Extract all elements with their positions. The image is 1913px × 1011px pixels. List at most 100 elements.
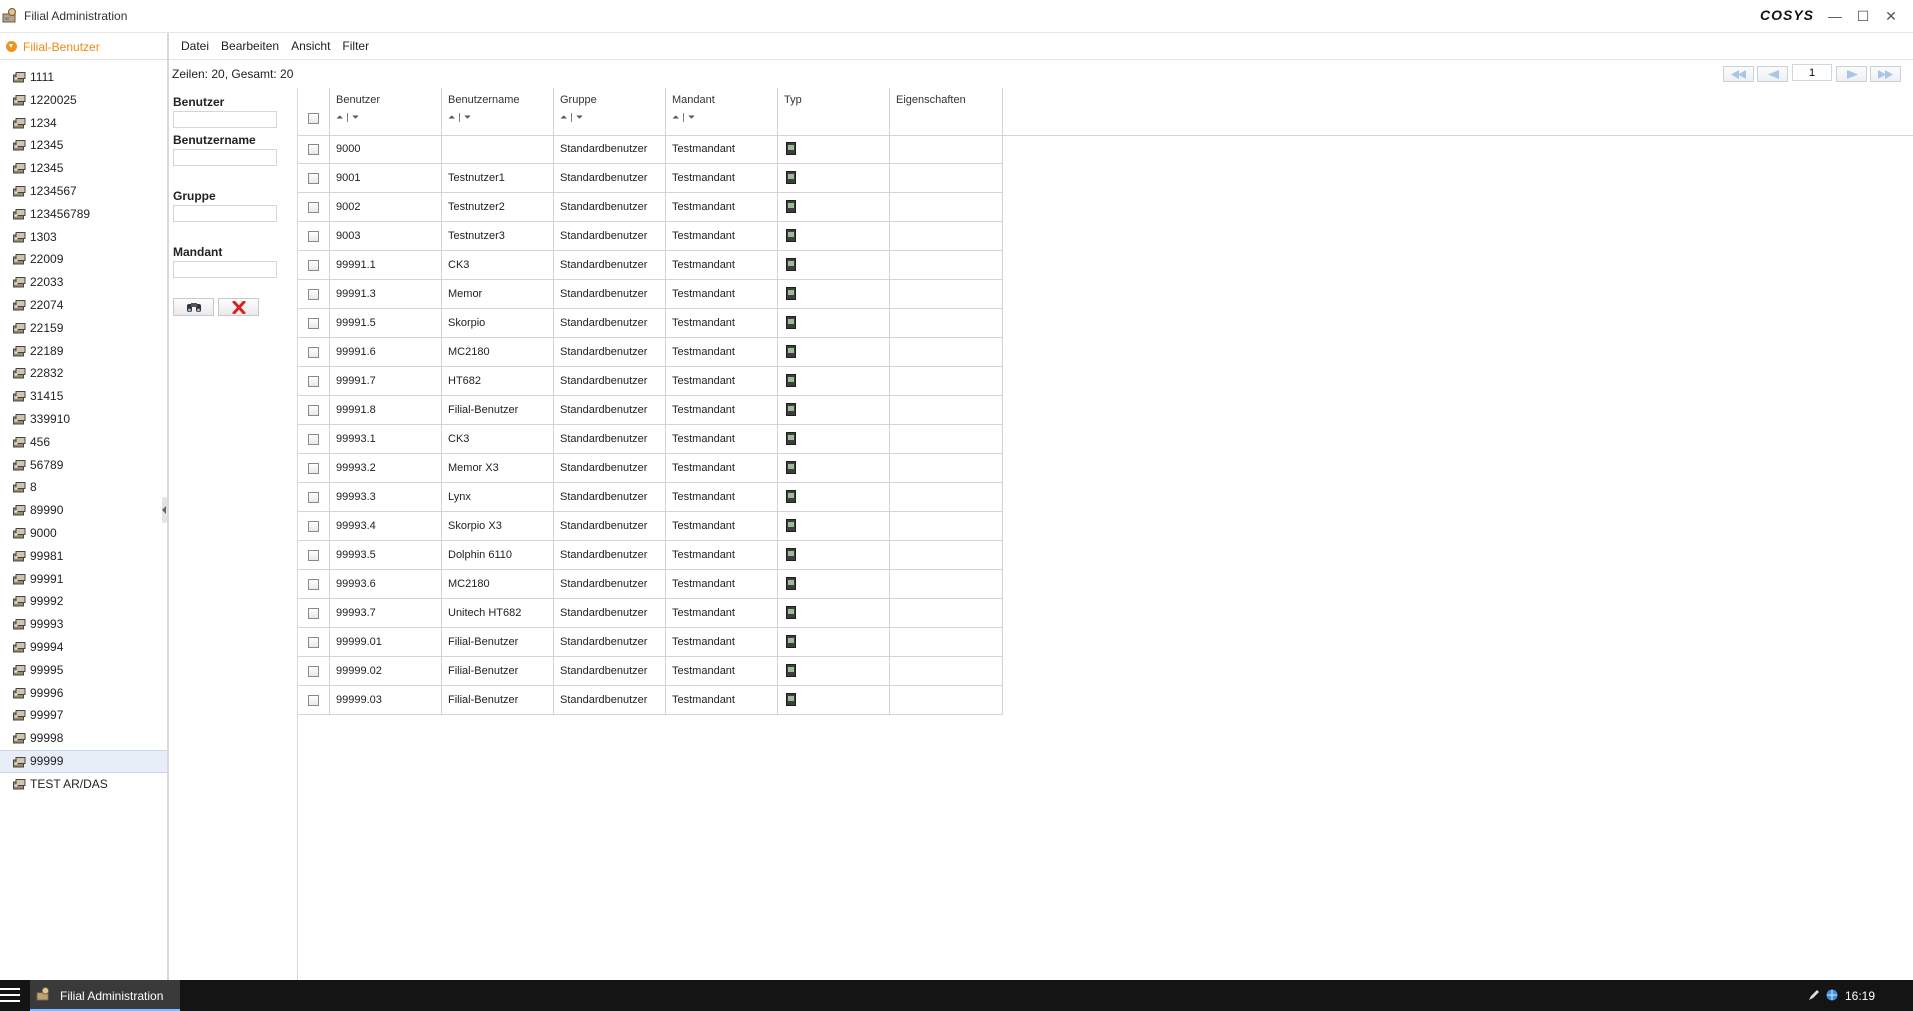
table-row[interactable]: 99991.8 Filial-Benutzer Standardbenutzer Te… xyxy=(298,396,1003,425)
page-number-input[interactable] xyxy=(1792,64,1832,81)
table-row[interactable]: 99993.7 Unitech HT682 Standardbenutzer Test… xyxy=(298,599,1003,628)
clear-filter-button[interactable] xyxy=(218,298,259,316)
row-checkbox[interactable] xyxy=(308,144,319,155)
row-checkbox[interactable] xyxy=(308,376,319,387)
table-row[interactable]: 99999.01 Filial-Benutzer Standardbenutzer T… xyxy=(298,628,1003,657)
menu-filter[interactable]: Filter xyxy=(336,33,375,59)
tree-item[interactable]: TEST AR/DAS xyxy=(0,773,167,796)
row-checkbox[interactable] xyxy=(308,173,319,184)
tree-item[interactable]: 99998 xyxy=(0,727,167,750)
pen-tray-icon[interactable] xyxy=(1808,989,1820,1001)
tree-item[interactable]: 22009 xyxy=(0,248,167,271)
tree-item[interactable]: 1111 xyxy=(0,66,167,89)
tree-item[interactable]: 8 xyxy=(0,476,167,499)
tree-item[interactable]: 22159 xyxy=(0,317,167,340)
table-row[interactable]: 99991.1 CK3 Standardbenutzer Testmandant xyxy=(298,251,1003,280)
tree-header[interactable]: Filial-Benutzer xyxy=(0,33,167,60)
header-benutzer[interactable]: Benutzer ⏶ | ⏷ xyxy=(330,88,442,135)
row-checkbox[interactable] xyxy=(308,202,319,213)
table-row[interactable]: 9000 Standardbenutzer Testmandant xyxy=(298,135,1003,164)
tree-item[interactable]: 99981 xyxy=(0,545,167,568)
tree-item[interactable]: 22074 xyxy=(0,294,167,317)
previous-page-button[interactable] xyxy=(1757,66,1788,82)
table-row[interactable]: 99991.6 MC2180 Standardbenutzer Testmandant xyxy=(298,338,1003,367)
tree-item[interactable]: 99997 xyxy=(0,704,167,727)
table-row[interactable]: 99993.5 Dolphin 6110 Standardbenutzer Testm… xyxy=(298,541,1003,570)
filter-benutzer-input[interactable] xyxy=(173,111,277,128)
table-row[interactable]: 99999.02 Filial-Benutzer Standardbenutzer T… xyxy=(298,657,1003,686)
collapse-panel-handle[interactable] xyxy=(162,497,167,523)
taskbar-app-button[interactable]: Filial Administration xyxy=(30,980,180,1011)
tree-item[interactable]: 1303 xyxy=(0,226,167,249)
row-checkbox[interactable] xyxy=(308,492,319,503)
tree-item[interactable]: 22033 xyxy=(0,271,167,294)
table-row[interactable]: 99991.5 Skorpio Standardbenutzer Testmandan… xyxy=(298,309,1003,338)
header-gruppe[interactable]: Gruppe ⏶ | ⏷ xyxy=(554,88,666,135)
tree-item[interactable]: 9000 xyxy=(0,522,167,545)
sort-arrows-icon[interactable]: ⏶ | ⏷ xyxy=(336,113,359,123)
tree-item[interactable]: 456 xyxy=(0,431,167,454)
first-page-button[interactable] xyxy=(1723,66,1754,82)
row-checkbox[interactable] xyxy=(308,666,319,677)
tree-item[interactable]: 123456789 xyxy=(0,203,167,226)
row-checkbox[interactable] xyxy=(308,608,319,619)
row-checkbox[interactable] xyxy=(308,695,319,706)
filter-gruppe-input[interactable] xyxy=(173,205,277,222)
header-eigenschaften[interactable]: Eigenschaften xyxy=(890,88,1003,135)
table-row[interactable]: 99993.4 Skorpio X3 Standardbenutzer Testman… xyxy=(298,512,1003,541)
header-benutzername[interactable]: Benutzername ⏶ | ⏷ xyxy=(442,88,554,135)
maximize-button[interactable]: ☐ xyxy=(1852,5,1874,27)
row-checkbox[interactable] xyxy=(308,318,319,329)
filter-benutzername-input[interactable] xyxy=(173,149,277,166)
row-checkbox[interactable] xyxy=(308,405,319,416)
row-checkbox[interactable] xyxy=(308,231,319,242)
tree-item[interactable]: 31415 xyxy=(0,385,167,408)
header-mandant[interactable]: Mandant ⏶ | ⏷ xyxy=(666,88,778,135)
table-row[interactable]: 9001 Testnutzer1 Standardbenutzer Testmanda… xyxy=(298,164,1003,193)
tree-item[interactable]: 12345 xyxy=(0,157,167,180)
tree-item[interactable]: 99991 xyxy=(0,568,167,591)
next-page-button[interactable] xyxy=(1836,66,1867,82)
row-checkbox[interactable] xyxy=(308,637,319,648)
tree-item[interactable]: 12345 xyxy=(0,134,167,157)
tree-item[interactable]: 1220025 xyxy=(0,89,167,112)
table-row[interactable]: 99991.3 Memor Standardbenutzer Testmandant xyxy=(298,280,1003,309)
search-button[interactable] xyxy=(173,298,214,316)
tree-item[interactable]: 22189 xyxy=(0,340,167,363)
row-checkbox[interactable] xyxy=(308,260,319,271)
sort-arrows-icon[interactable]: ⏶ | ⏷ xyxy=(672,113,695,123)
tree-item[interactable]: 1234567 xyxy=(0,180,167,203)
table-row[interactable]: 99993.2 Memor X3 Standardbenutzer Testmanda… xyxy=(298,454,1003,483)
row-checkbox[interactable] xyxy=(308,463,319,474)
tree-item[interactable]: 56789 xyxy=(0,454,167,477)
select-all-checkbox[interactable] xyxy=(308,113,319,124)
tree-item[interactable]: 99992 xyxy=(0,590,167,613)
tree-item[interactable]: 99993 xyxy=(0,613,167,636)
table-row[interactable]: 9002 Testnutzer2 Standardbenutzer Testmanda… xyxy=(298,193,1003,222)
sort-arrows-icon[interactable]: ⏶ | ⏷ xyxy=(560,113,583,123)
table-row[interactable]: 99991.7 HT682 Standardbenutzer Testmandant xyxy=(298,367,1003,396)
table-row[interactable]: 99993.3 Lynx Standardbenutzer Testmandant xyxy=(298,483,1003,512)
tree-item[interactable]: 99996 xyxy=(0,682,167,705)
row-checkbox[interactable] xyxy=(308,521,319,532)
tree-item[interactable]: 99995 xyxy=(0,659,167,682)
tree-item[interactable]: 89990 xyxy=(0,499,167,522)
tree-item[interactable]: 99994 xyxy=(0,636,167,659)
close-button[interactable]: ✕ xyxy=(1880,5,1902,27)
row-checkbox[interactable] xyxy=(308,579,319,590)
row-checkbox[interactable] xyxy=(308,289,319,300)
minimize-button[interactable]: — xyxy=(1824,5,1846,27)
menu-ansicht[interactable]: Ansicht xyxy=(285,33,336,59)
sort-arrows-icon[interactable]: ⏶ | ⏷ xyxy=(448,113,471,123)
table-row[interactable]: 99993.1 CK3 Standardbenutzer Testmandant xyxy=(298,425,1003,454)
tree-item[interactable]: 1234 xyxy=(0,112,167,135)
menu-datei[interactable]: Datei xyxy=(175,33,215,59)
last-page-button[interactable] xyxy=(1870,66,1901,82)
start-menu-icon[interactable] xyxy=(0,988,20,1004)
table-row[interactable]: 99999.03 Filial-Benutzer Standardbenutzer T… xyxy=(298,686,1003,715)
tree-item[interactable]: 22832 xyxy=(0,362,167,385)
row-checkbox[interactable] xyxy=(308,550,319,561)
filter-mandant-input[interactable] xyxy=(173,261,277,278)
tree-item[interactable]: 99999 xyxy=(0,749,167,773)
tree-item[interactable]: 339910 xyxy=(0,408,167,431)
